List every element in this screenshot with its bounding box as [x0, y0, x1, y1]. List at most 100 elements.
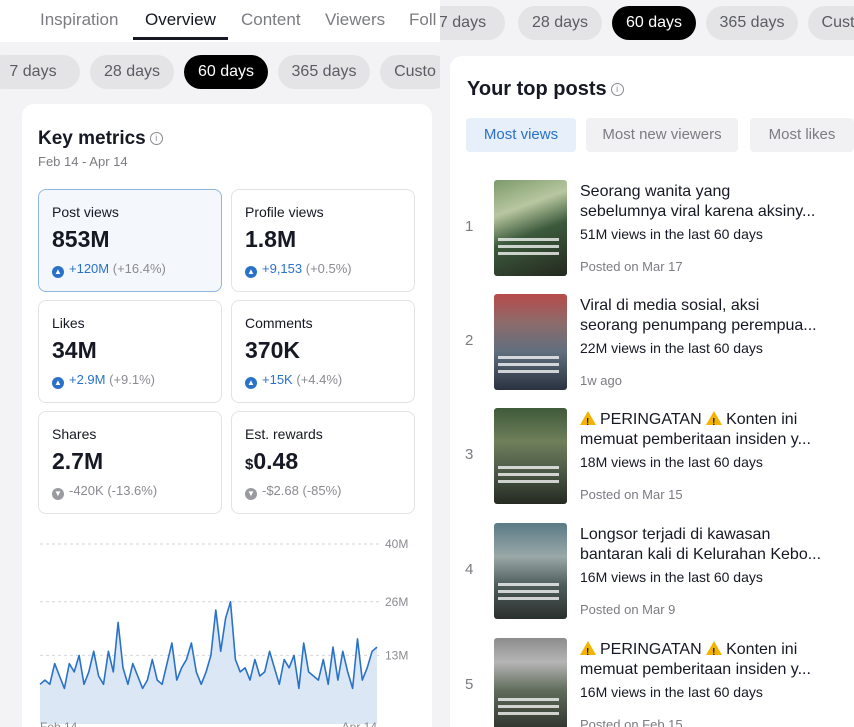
metric-value: 2.7M: [52, 448, 104, 474]
post-title: Viral di media sosial, aksi seorang penum…: [580, 296, 842, 336]
post-item[interactable]: 3 PERINGATAN Konten ini memuat pemberitaa…: [450, 408, 854, 518]
metric-comments[interactable]: Comments 370K ▲ +15K (+4.4%): [231, 300, 415, 403]
post-title-line: Konten ini: [726, 411, 798, 428]
post-title-line: sebelumnya viral karena aksiny...: [580, 203, 816, 220]
metric-value: 1.8M: [245, 226, 297, 252]
post-title-line: Longsor terjadi di kawasan: [580, 526, 771, 543]
thumbnail-caption: [498, 245, 559, 248]
tab-viewers[interactable]: Viewers: [325, 10, 385, 30]
post-title: Longsor terjadi di kawasan bantaran kali …: [580, 525, 842, 565]
pill-365-days[interactable]: 365 days: [706, 6, 798, 40]
metric-delta: ▲ +15K (+4.4%): [245, 372, 342, 389]
thumbnail-caption: [498, 370, 559, 373]
info-icon[interactable]: i: [149, 132, 163, 145]
warning-icon: [580, 411, 596, 433]
thumbnail-caption: [498, 238, 559, 241]
pill-60-days[interactable]: 60 days: [184, 55, 268, 89]
post-title-line: bantaran kali di Kelurahan Kebo...: [580, 546, 822, 563]
arrow-up-icon: ▲: [245, 377, 257, 389]
sort-most-views[interactable]: Most views: [466, 118, 576, 152]
y-tick-label: 40M: [385, 537, 408, 551]
post-date: 1w ago: [580, 373, 622, 388]
post-rank: 5: [465, 676, 474, 693]
post-views-chart[interactable]: 13M 26M 40M Feb 14 Apr 14: [22, 524, 432, 727]
post-title-line: memuat pemberitaan insiden y...: [580, 431, 811, 448]
pill-60-days[interactable]: 60 days: [612, 6, 696, 40]
thumbnail-caption: [498, 473, 559, 476]
post-title-line: Viral di media sosial, aksi: [580, 297, 760, 314]
pill-custom[interactable]: Cust: [808, 6, 854, 40]
tab-followers[interactable]: Foll: [409, 10, 436, 30]
metric-value: 34M: [52, 337, 97, 363]
post-views: 16M views in the last 60 days: [580, 569, 763, 585]
metric-est-rewards[interactable]: Est. rewards $0.48 ▼ -$2.68 (-85%): [231, 411, 415, 514]
metric-post-views[interactable]: Post views 853M ▲ +120M (+16.4%): [38, 189, 222, 292]
post-thumbnail[interactable]: [494, 523, 567, 619]
x-tick-label: Feb 14: [40, 720, 78, 727]
thumbnail-caption: [498, 698, 559, 701]
pill-28-days[interactable]: 28 days: [518, 6, 602, 40]
tab-inspiration[interactable]: Inspiration: [40, 10, 118, 30]
metric-delta: ▼ -420K (-13.6%): [52, 483, 157, 500]
delta-percent: (+0.5%): [305, 261, 352, 276]
metric-delta: ▼ -$2.68 (-85%): [245, 483, 342, 500]
pill-custom[interactable]: Custo: [380, 55, 440, 89]
sort-most-new-viewers[interactable]: Most new viewers: [586, 118, 738, 152]
date-range-pills-right: 7 days 28 days 60 days 365 days Cust: [440, 6, 854, 40]
warning-icon: [706, 641, 723, 663]
thumbnail-caption: [498, 252, 559, 255]
delta-amount: +15K: [262, 372, 293, 387]
post-item[interactable]: 4 Longsor terjadi di kawasan bantaran kal…: [450, 523, 854, 633]
top-posts-card: Your top posts i Most views Most new view…: [450, 56, 854, 727]
sort-most-likes[interactable]: Most likes: [750, 118, 854, 152]
arrow-up-icon: ▲: [52, 266, 64, 278]
metric-shares[interactable]: Shares 2.7M ▼ -420K (-13.6%): [38, 411, 222, 514]
date-range-pills: 7 days 28 days 60 days 365 days Custo: [0, 55, 440, 89]
tab-content[interactable]: Content: [241, 10, 301, 30]
delta-percent: (+16.4%): [112, 261, 166, 276]
post-title: Seorang wanita yang sebelumnya viral kare…: [580, 182, 842, 222]
arrow-down-icon: ▼: [245, 488, 257, 500]
delta-percent: (-13.6%): [107, 483, 158, 498]
top-posts-heading: Your top posts i: [467, 78, 624, 101]
post-thumbnail[interactable]: [494, 408, 567, 504]
info-icon[interactable]: i: [610, 83, 624, 96]
date-range: Feb 14 - Apr 14: [38, 154, 128, 169]
rewards-amount: 0.48: [253, 448, 299, 474]
y-tick-label: 13M: [385, 648, 408, 662]
metric-label: Est. rewards: [245, 426, 323, 442]
thumbnail-caption: [498, 712, 559, 715]
metric-likes[interactable]: Likes 34M ▲ +2.9M (+9.1%): [38, 300, 222, 403]
post-thumbnail[interactable]: [494, 180, 567, 276]
post-thumbnail[interactable]: [494, 294, 567, 390]
post-title-line: PERINGATAN: [600, 641, 702, 658]
post-title-line: PERINGATAN: [600, 411, 702, 428]
delta-percent: (+9.1%): [109, 372, 156, 387]
post-title: PERINGATAN Konten ini memuat pemberitaan …: [580, 640, 842, 680]
metric-profile-views[interactable]: Profile views 1.8M ▲ +9,153 (+0.5%): [231, 189, 415, 292]
thumbnail-caption: [498, 480, 559, 483]
post-item[interactable]: 5 PERINGATAN Konten ini memuat pemberitaa…: [450, 638, 854, 727]
warning-icon: [706, 411, 723, 433]
pill-365-days[interactable]: 365 days: [278, 55, 370, 89]
metric-label: Profile views: [245, 204, 324, 220]
metric-label: Likes: [52, 315, 85, 331]
metric-delta: ▲ +9,153 (+0.5%): [245, 261, 352, 278]
delta-amount: +120M: [69, 261, 110, 276]
post-date: Posted on Mar 9: [580, 602, 676, 617]
post-title: PERINGATAN Konten ini memuat pemberitaan …: [580, 410, 842, 450]
thumbnail-caption: [498, 705, 559, 708]
pill-28-days[interactable]: 28 days: [90, 55, 174, 89]
post-rank: 3: [465, 446, 474, 463]
y-tick-label: 26M: [385, 595, 408, 609]
metric-value: 370K: [245, 337, 300, 363]
post-thumbnail[interactable]: [494, 638, 567, 727]
tab-overview[interactable]: Overview: [145, 10, 216, 30]
pill-7-days[interactable]: 7 days: [0, 55, 80, 89]
metric-value: $0.48: [245, 448, 298, 475]
post-item[interactable]: 1 Seorang wanita yang sebelumnya viral ka…: [450, 180, 854, 290]
thumbnail-caption: [498, 590, 559, 593]
post-date: Posted on Mar 15: [580, 487, 683, 502]
post-item[interactable]: 2 Viral di media sosial, aksi seorang pen…: [450, 294, 854, 404]
pill-7-days[interactable]: 7 days: [440, 6, 505, 40]
